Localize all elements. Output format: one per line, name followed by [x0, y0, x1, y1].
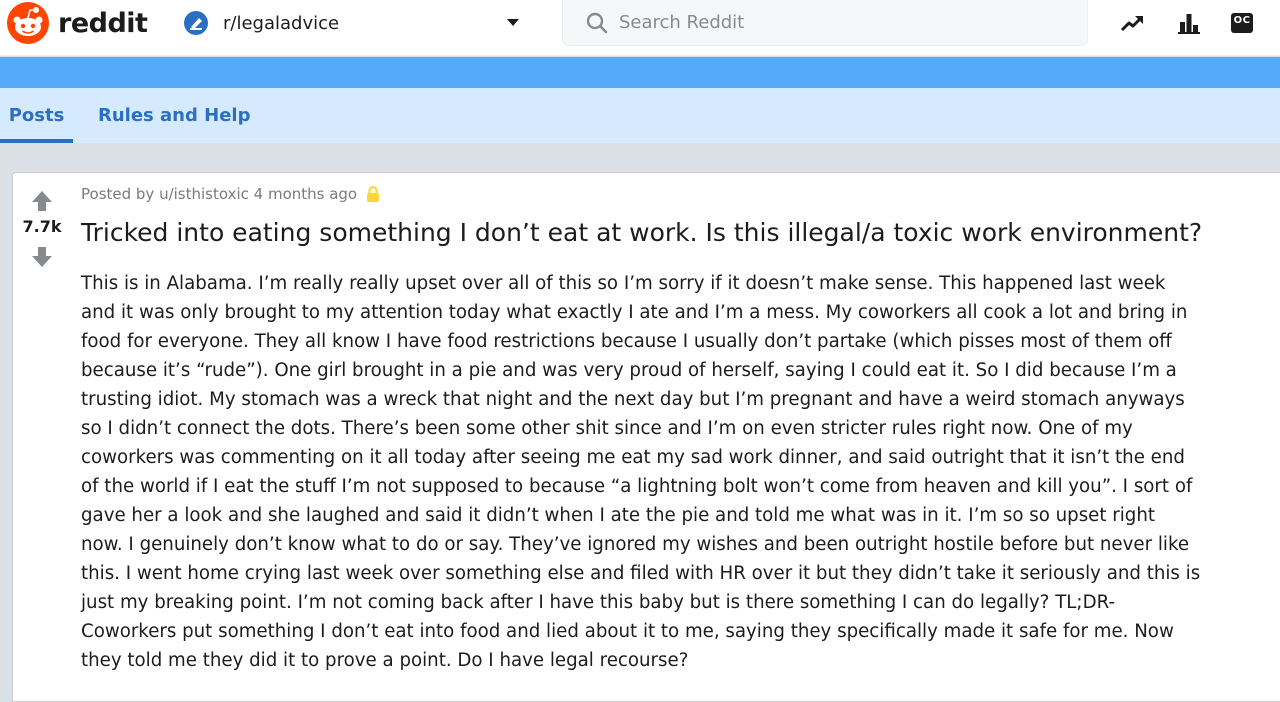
- tab-posts-label: Posts: [8, 105, 65, 126]
- tab-rules-and-help[interactable]: Rules and Help: [98, 88, 250, 143]
- tab-rules-label: Rules and Help: [98, 105, 251, 126]
- downvote-arrow-icon[interactable]: [30, 245, 54, 269]
- active-tab-indicator: [0, 139, 73, 143]
- reddit-logo-icon: [7, 2, 49, 44]
- all-icon[interactable]: [1176, 10, 1202, 36]
- community-icon: [184, 11, 208, 35]
- post-author-line: Posted by u/isthistoxic 4 months ago: [81, 185, 358, 203]
- search-input[interactable]: Search Reddit: [562, 0, 1088, 46]
- popular-icon[interactable]: [1120, 10, 1146, 36]
- vote-score: 7.7k: [22, 217, 62, 236]
- community-name: r/legaladvice: [223, 12, 340, 34]
- post-title[interactable]: Tricked into eating something I don’t ea…: [81, 216, 1261, 250]
- reddit-home-link[interactable]: reddit: [6, 0, 148, 46]
- post-body: This is in Alabama. I’m really really up…: [81, 273, 1201, 671]
- top-header: reddit r/legaladvice Search Reddit OC: [0, 0, 1280, 56]
- upvote-arrow-icon[interactable]: [30, 189, 54, 213]
- community-nav: Posts Rules and Help: [0, 88, 1280, 143]
- lock-icon: [367, 185, 380, 202]
- search-placeholder: Search Reddit: [619, 12, 745, 33]
- oc-label: OC: [1233, 15, 1251, 26]
- search-icon: [586, 12, 608, 33]
- post-meta: Posted by u/isthistoxic 4 months ago: [81, 185, 381, 203]
- community-switcher[interactable]: r/legaladvice: [183, 7, 528, 39]
- chevron-down-icon: [507, 19, 519, 26]
- vote-column: 7.7k: [13, 173, 71, 701]
- tab-posts[interactable]: Posts: [0, 88, 73, 143]
- community-banner: [0, 57, 1280, 88]
- oc-icon[interactable]: OC: [1230, 12, 1254, 34]
- reddit-wordmark: reddit: [58, 7, 148, 39]
- post-card: 7.7k Posted by u/isthistoxic 4 months ag…: [12, 172, 1280, 702]
